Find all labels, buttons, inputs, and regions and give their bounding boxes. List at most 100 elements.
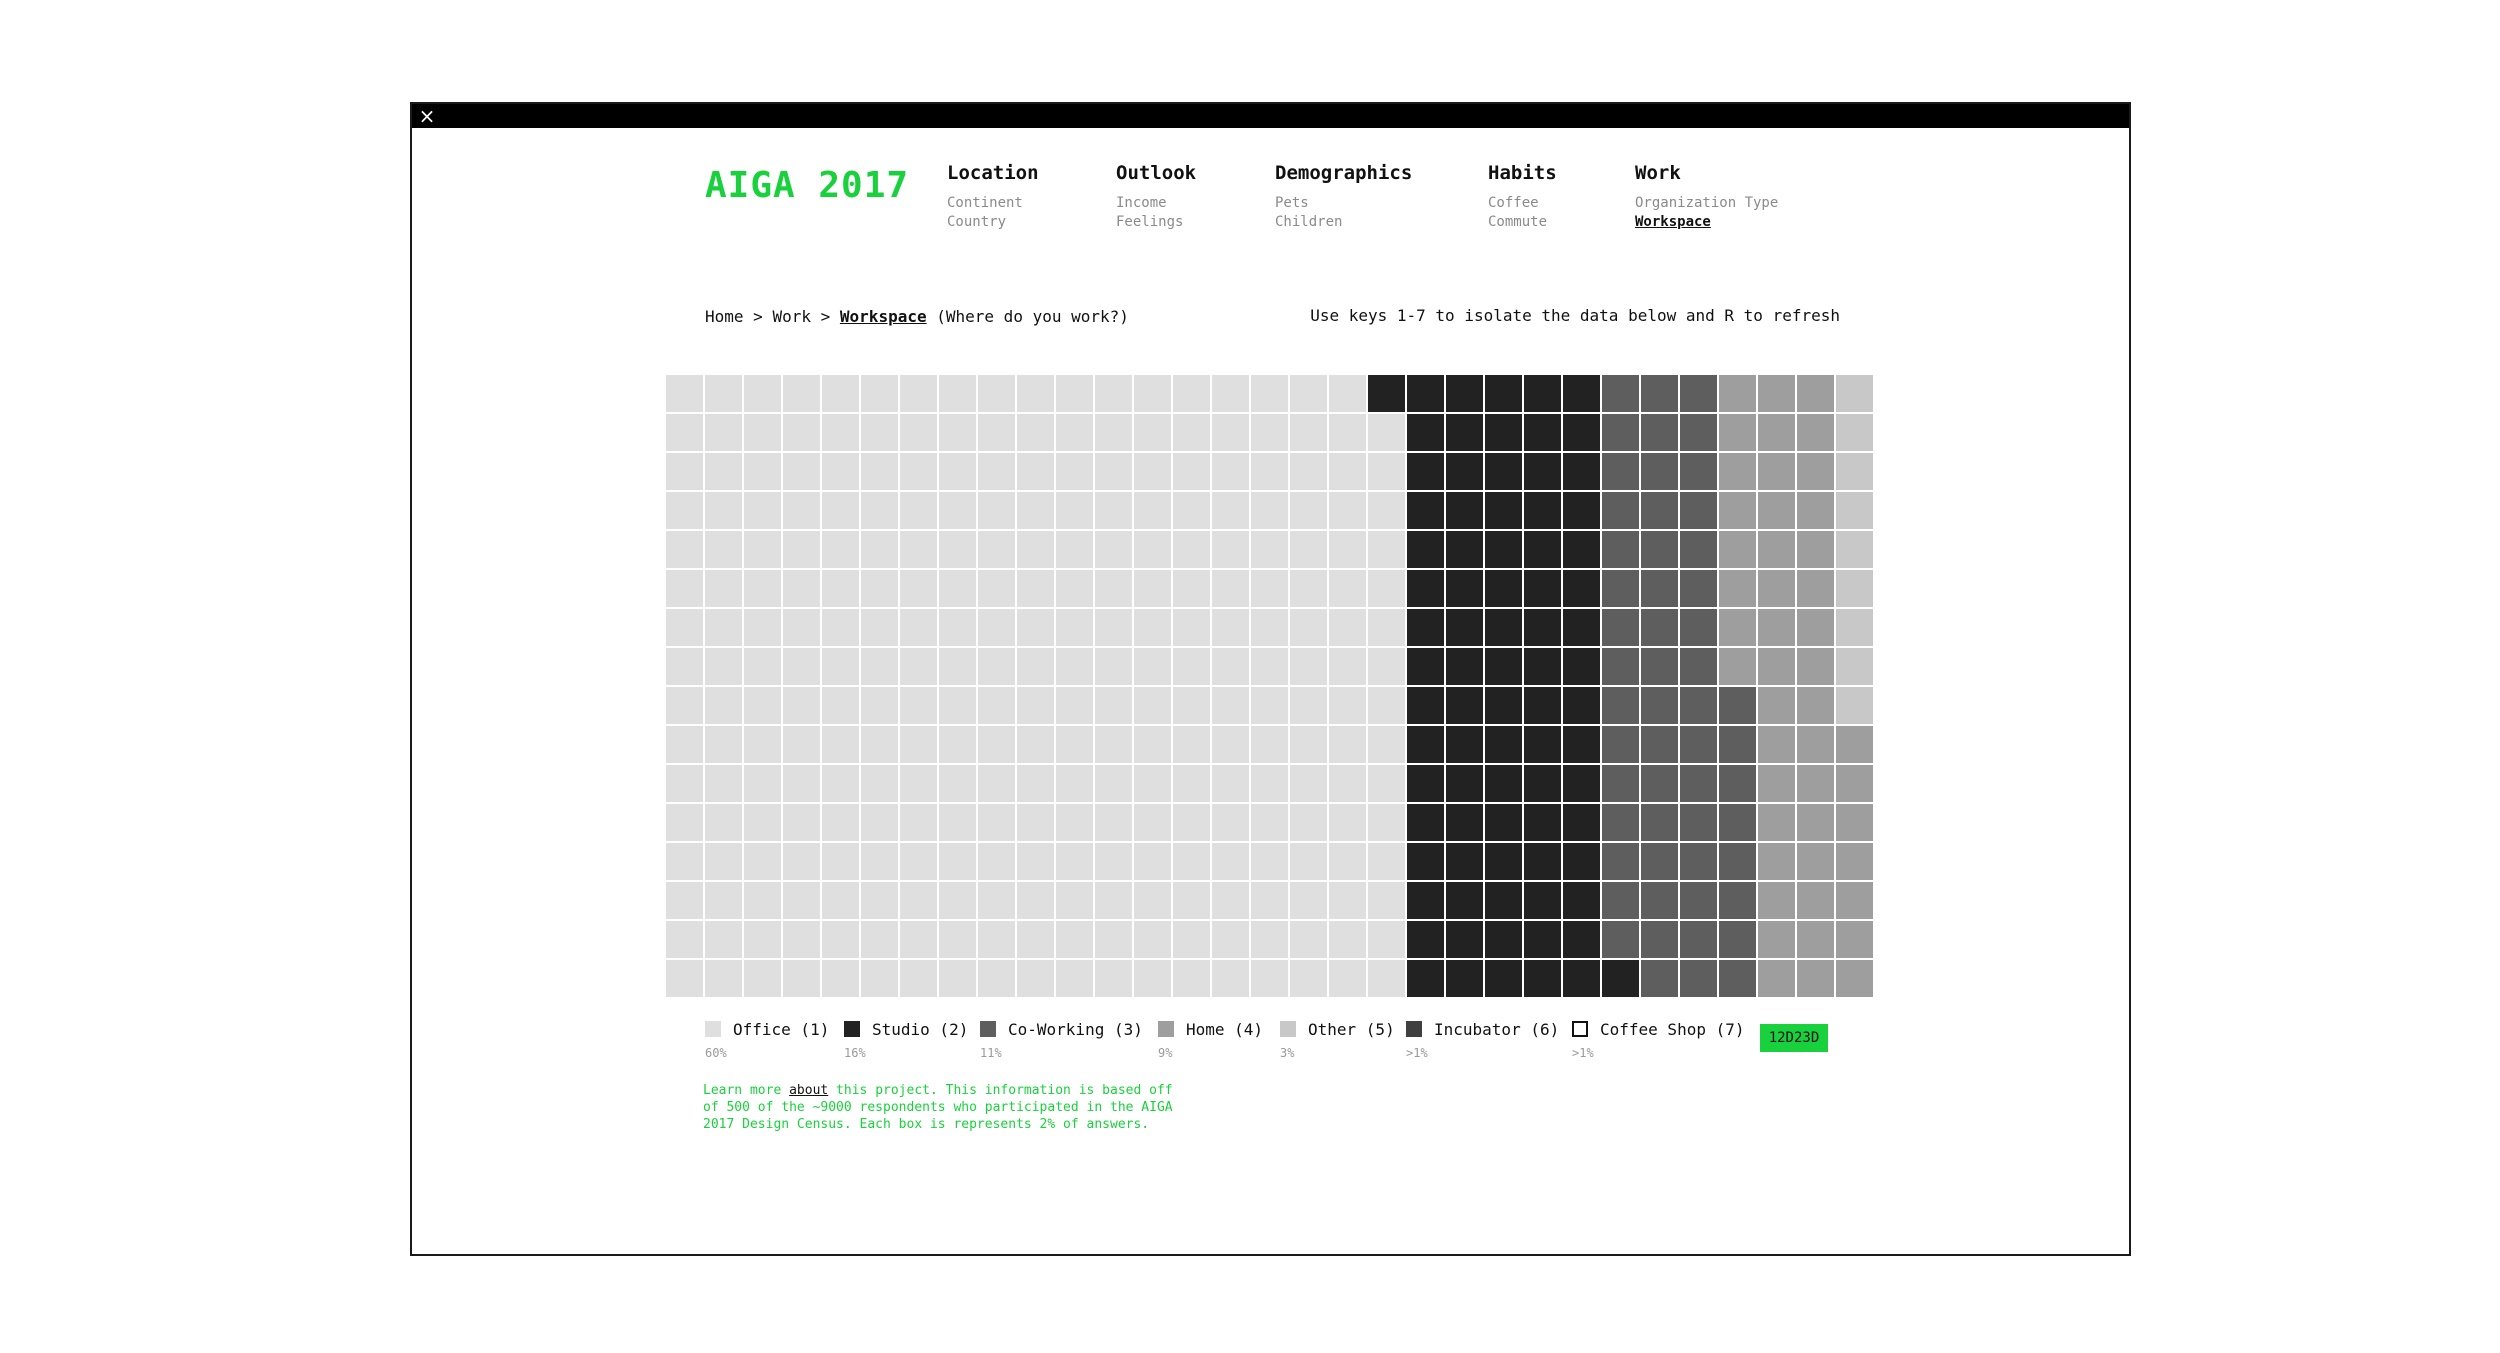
waffle-cell-office[interactable]	[1368, 570, 1405, 607]
waffle-cell-office[interactable]	[1134, 921, 1171, 958]
waffle-cell-office[interactable]	[939, 453, 976, 490]
waffle-cell-office[interactable]	[744, 804, 781, 841]
waffle-cell-other[interactable]	[1836, 609, 1873, 646]
waffle-cell-office[interactable]	[1095, 726, 1132, 763]
nav-title-work[interactable]: Work	[1635, 162, 1778, 184]
waffle-cell-home[interactable]	[1797, 921, 1834, 958]
waffle-cell-home[interactable]	[1836, 882, 1873, 919]
waffle-cell-office[interactable]	[744, 726, 781, 763]
waffle-cell-office[interactable]	[666, 492, 703, 529]
waffle-cell-co-working[interactable]	[1641, 375, 1678, 412]
waffle-cell-studio[interactable]	[1446, 375, 1483, 412]
waffle-cell-office[interactable]	[978, 414, 1015, 451]
waffle-cell-office[interactable]	[939, 882, 976, 919]
waffle-cell-office[interactable]	[1212, 609, 1249, 646]
waffle-cell-office[interactable]	[783, 570, 820, 607]
waffle-cell-home[interactable]	[1758, 687, 1795, 724]
waffle-cell-office[interactable]	[1173, 570, 1210, 607]
waffle-cell-studio[interactable]	[1524, 648, 1561, 685]
waffle-cell-office[interactable]	[705, 609, 742, 646]
waffle-cell-studio[interactable]	[1524, 609, 1561, 646]
waffle-cell-co-working[interactable]	[1602, 648, 1639, 685]
waffle-cell-office[interactable]	[783, 687, 820, 724]
waffle-cell-office[interactable]	[783, 414, 820, 451]
waffle-cell-office[interactable]	[705, 843, 742, 880]
waffle-cell-studio[interactable]	[1485, 921, 1522, 958]
waffle-cell-office[interactable]	[939, 414, 976, 451]
waffle-cell-studio[interactable]	[1407, 726, 1444, 763]
waffle-cell-office[interactable]	[1173, 843, 1210, 880]
waffle-cell-office[interactable]	[978, 453, 1015, 490]
waffle-cell-office[interactable]	[1290, 921, 1327, 958]
nav-item-workspace[interactable]: Workspace	[1635, 213, 1778, 232]
waffle-cell-co-working[interactable]	[1641, 804, 1678, 841]
waffle-cell-other[interactable]	[1836, 453, 1873, 490]
waffle-cell-office[interactable]	[1173, 921, 1210, 958]
waffle-cell-studio[interactable]	[1485, 492, 1522, 529]
waffle-cell-co-working[interactable]	[1680, 882, 1717, 919]
waffle-cell-office[interactable]	[1056, 960, 1093, 997]
waffle-cell-home[interactable]	[1758, 570, 1795, 607]
waffle-cell-office[interactable]	[705, 453, 742, 490]
waffle-cell-office[interactable]	[1329, 960, 1366, 997]
waffle-cell-office[interactable]	[1134, 804, 1171, 841]
waffle-cell-office[interactable]	[783, 921, 820, 958]
waffle-cell-studio[interactable]	[1446, 882, 1483, 919]
waffle-cell-office[interactable]	[1251, 531, 1288, 568]
waffle-cell-studio[interactable]	[1563, 570, 1600, 607]
waffle-cell-studio[interactable]	[1407, 648, 1444, 685]
waffle-cell-office[interactable]	[666, 570, 703, 607]
waffle-cell-office[interactable]	[1173, 609, 1210, 646]
waffle-cell-office[interactable]	[744, 492, 781, 529]
waffle-cell-studio[interactable]	[1563, 375, 1600, 412]
waffle-cell-studio[interactable]	[1563, 414, 1600, 451]
waffle-cell-co-working[interactable]	[1602, 687, 1639, 724]
waffle-cell-studio[interactable]	[1407, 414, 1444, 451]
waffle-cell-home[interactable]	[1797, 570, 1834, 607]
waffle-cell-office[interactable]	[1251, 765, 1288, 802]
waffle-cell-home[interactable]	[1758, 375, 1795, 412]
waffle-cell-office[interactable]	[822, 609, 859, 646]
waffle-cell-office[interactable]	[783, 609, 820, 646]
waffle-cell-office[interactable]	[861, 492, 898, 529]
waffle-cell-office[interactable]	[783, 726, 820, 763]
waffle-cell-office[interactable]	[1368, 843, 1405, 880]
waffle-cell-office[interactable]	[861, 765, 898, 802]
waffle-cell-co-working[interactable]	[1641, 492, 1678, 529]
nav-item-coffee[interactable]: Coffee	[1488, 194, 1557, 213]
waffle-cell-home[interactable]	[1836, 843, 1873, 880]
waffle-cell-office[interactable]	[939, 726, 976, 763]
waffle-cell-office[interactable]	[1368, 414, 1405, 451]
waffle-cell-co-working[interactable]	[1602, 609, 1639, 646]
waffle-cell-office[interactable]	[900, 726, 937, 763]
waffle-cell-office[interactable]	[822, 726, 859, 763]
waffle-cell-office[interactable]	[783, 492, 820, 529]
waffle-cell-studio[interactable]	[1524, 843, 1561, 880]
waffle-cell-office[interactable]	[1368, 492, 1405, 529]
waffle-cell-home[interactable]	[1758, 648, 1795, 685]
waffle-cell-office[interactable]	[1173, 726, 1210, 763]
waffle-cell-office[interactable]	[1056, 687, 1093, 724]
waffle-cell-home[interactable]	[1836, 726, 1873, 763]
waffle-cell-office[interactable]	[1368, 726, 1405, 763]
breadcrumb-home[interactable]: Home	[705, 307, 744, 326]
waffle-cell-office[interactable]	[1134, 414, 1171, 451]
waffle-cell-office[interactable]	[744, 921, 781, 958]
waffle-cell-office[interactable]	[1251, 687, 1288, 724]
waffle-cell-office[interactable]	[900, 882, 937, 919]
waffle-cell-office[interactable]	[1056, 882, 1093, 919]
waffle-cell-co-working[interactable]	[1602, 375, 1639, 412]
waffle-cell-office[interactable]	[1173, 648, 1210, 685]
waffle-cell-office[interactable]	[1290, 687, 1327, 724]
waffle-cell-studio[interactable]	[1407, 804, 1444, 841]
waffle-cell-studio[interactable]	[1524, 804, 1561, 841]
waffle-cell-co-working[interactable]	[1680, 843, 1717, 880]
waffle-cell-office[interactable]	[1056, 804, 1093, 841]
waffle-cell-office[interactable]	[1056, 609, 1093, 646]
waffle-cell-studio[interactable]	[1485, 960, 1522, 997]
waffle-cell-office[interactable]	[705, 570, 742, 607]
waffle-cell-co-working[interactable]	[1719, 804, 1756, 841]
waffle-cell-other[interactable]	[1836, 414, 1873, 451]
waffle-cell-co-working[interactable]	[1680, 414, 1717, 451]
waffle-cell-office[interactable]	[1290, 414, 1327, 451]
